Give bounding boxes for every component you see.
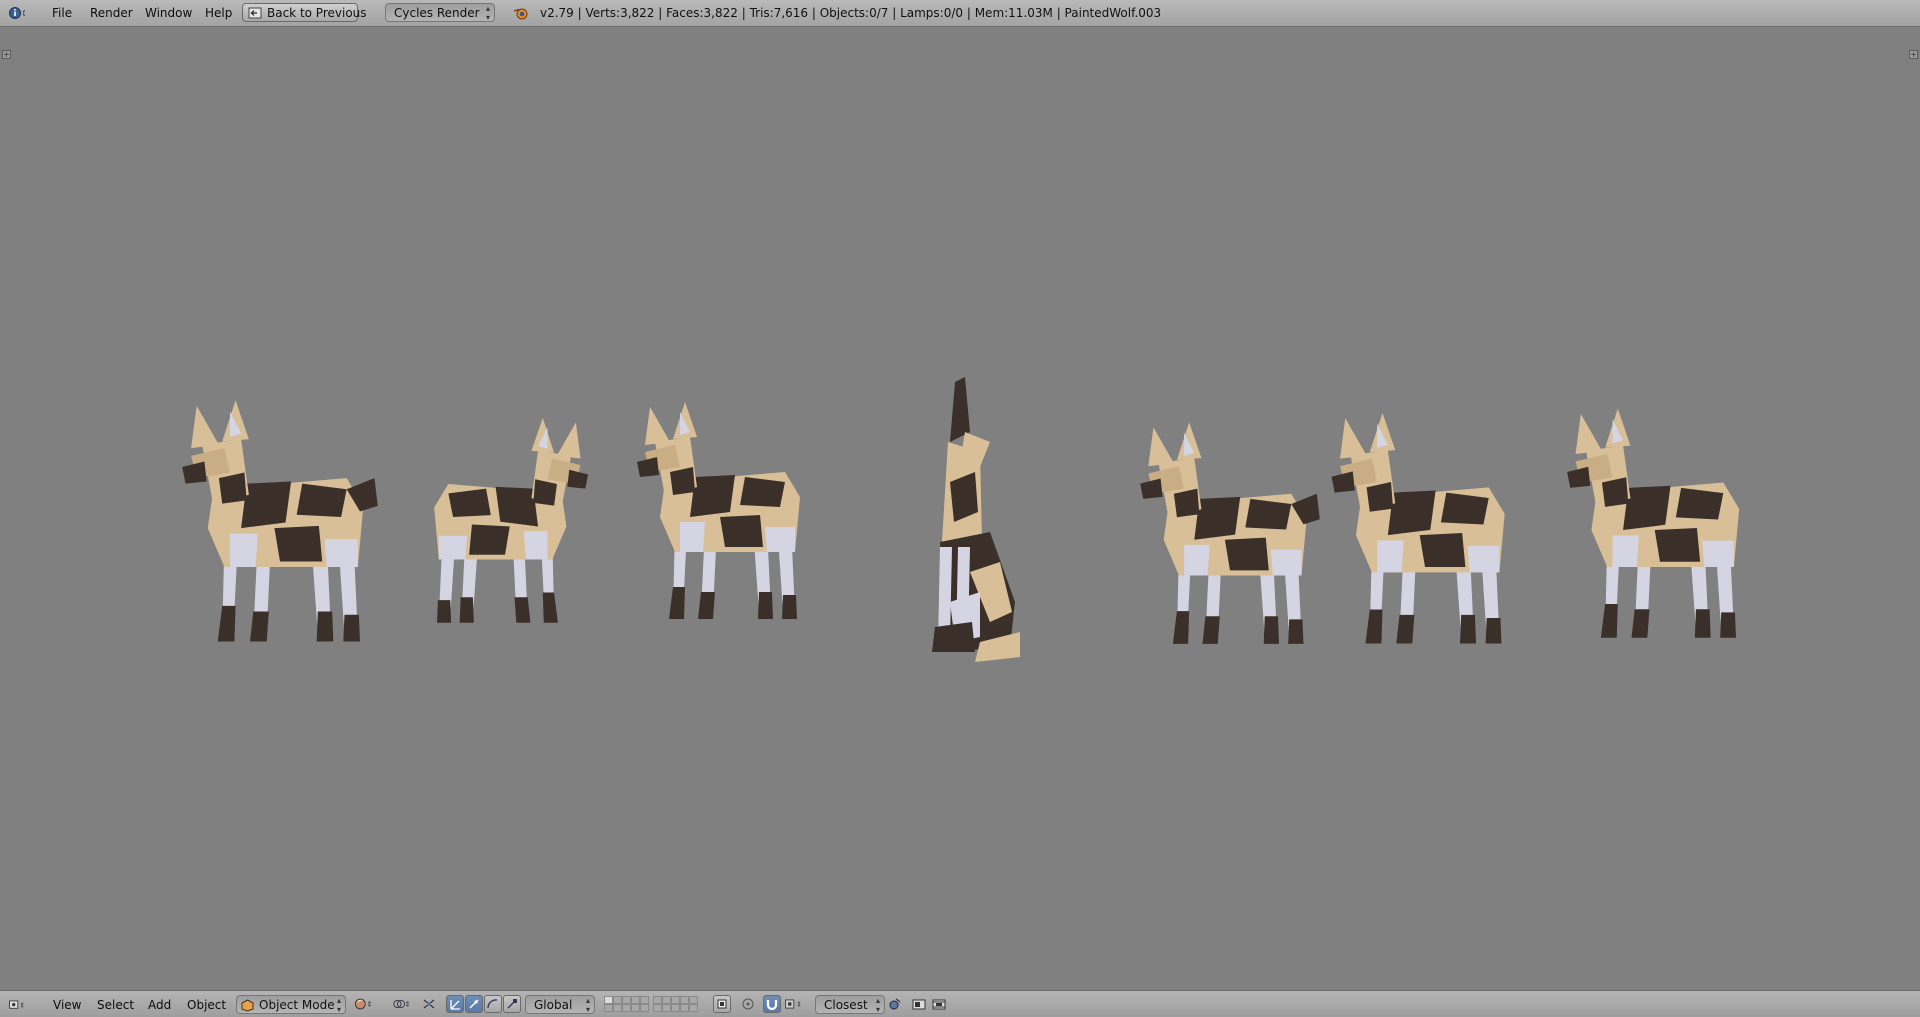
wolf-model-1[interactable]: [182, 400, 378, 641]
updown-arrows-icon: ▴ ▾: [875, 996, 880, 1014]
snap-target-dropdown[interactable]: Closest ▴ ▾: [815, 995, 885, 1014]
layer-17[interactable]: [662, 1004, 671, 1012]
menu-help[interactable]: Help: [205, 6, 232, 20]
snap-target-label: Closest: [824, 998, 868, 1012]
layer-6[interactable]: [653, 996, 662, 1004]
layer-19[interactable]: [680, 1004, 689, 1012]
wolf-model-3[interactable]: [637, 402, 800, 619]
editor-type-3dview-icon[interactable]: ⇕: [8, 996, 26, 1014]
rotate-arc-icon[interactable]: [484, 995, 502, 1013]
3d-viewport[interactable]: + +: [0, 27, 1920, 990]
pivot-point-icon[interactable]: ⇕: [392, 995, 410, 1013]
wolf-model-4-sitting[interactable]: [932, 377, 1020, 662]
translate-manipulator-icon[interactable]: [446, 995, 464, 1013]
mode-dropdown[interactable]: Object Mode ▴ ▾: [236, 995, 346, 1014]
layer-14[interactable]: [631, 1004, 640, 1012]
layer-12[interactable]: [613, 1004, 622, 1012]
layer-5[interactable]: [640, 996, 649, 1004]
layer-9[interactable]: [680, 996, 689, 1004]
info-header: ⇕ File Render Window Help Back to Previo…: [0, 0, 1920, 27]
layer-2[interactable]: [613, 996, 622, 1004]
object-mode-icon: [241, 999, 254, 1012]
mode-label: Object Mode: [259, 998, 335, 1012]
3d-view-header: ⇕ View Select Add Object Object Mode ▴ ▾ …: [0, 990, 1920, 1017]
updown-arrows-icon: ▴ ▾: [485, 4, 490, 22]
menu-file[interactable]: File: [52, 6, 72, 20]
render-image-icon[interactable]: [910, 995, 928, 1013]
back-to-previous-label: Back to Previous: [267, 6, 367, 20]
layer-15[interactable]: [640, 1004, 649, 1012]
svg-text:⇕: ⇕: [21, 9, 25, 18]
updown-arrows-icon: ▴ ▾: [336, 996, 341, 1014]
layer-20[interactable]: [689, 1004, 698, 1012]
menu-select[interactable]: Select: [97, 998, 134, 1012]
layer-18[interactable]: [671, 1004, 680, 1012]
wolf-model-6[interactable]: [1331, 412, 1505, 644]
viewport-shading-icon[interactable]: ⇕: [354, 995, 372, 1013]
rotate-manipulator-icon[interactable]: [465, 995, 483, 1013]
menu-render[interactable]: Render: [90, 6, 133, 20]
layer-4[interactable]: [631, 996, 640, 1004]
updown-arrows-icon: ▴ ▾: [585, 996, 590, 1014]
render-animation-icon[interactable]: [930, 995, 948, 1013]
opengl-render-check-icon[interactable]: [886, 995, 904, 1013]
wolf-model-7[interactable]: [1567, 408, 1740, 638]
layer-lock-icon[interactable]: [713, 995, 731, 1013]
wolf-models-scene: [0, 377, 1740, 662]
layer-selector[interactable]: [604, 996, 698, 1013]
layer-10[interactable]: [689, 996, 698, 1004]
manipulator-toggle-icon[interactable]: [420, 995, 438, 1013]
svg-text:⇕: ⇕: [796, 1000, 801, 1008]
wolf-model-2[interactable]: [434, 417, 589, 623]
layer-16[interactable]: [653, 1004, 662, 1012]
menu-object[interactable]: Object: [187, 998, 226, 1012]
blender-logo-icon: [512, 4, 530, 22]
layer-13[interactable]: [622, 1004, 631, 1012]
menu-window[interactable]: Window: [145, 6, 192, 20]
proportional-editing-icon[interactable]: [739, 995, 757, 1013]
svg-text:⇕: ⇕: [367, 1000, 372, 1009]
scale-manipulator-icon[interactable]: [503, 995, 521, 1013]
scene-statistics: v2.79 | Verts:3,822 | Faces:3,822 | Tris…: [540, 6, 1162, 20]
layer-7[interactable]: [662, 996, 671, 1004]
layer-3[interactable]: [622, 996, 631, 1004]
menu-view[interactable]: View: [53, 998, 81, 1012]
layer-11[interactable]: [604, 1004, 613, 1012]
render-engine-label: Cycles Render: [394, 6, 480, 20]
layer-8[interactable]: [671, 996, 680, 1004]
back-arrow-icon: [248, 7, 262, 19]
render-engine-dropdown[interactable]: Cycles Render ▴ ▾: [385, 3, 495, 22]
transform-orientation-dropdown[interactable]: Global ▴ ▾: [525, 995, 595, 1014]
layer-1[interactable]: [604, 996, 613, 1004]
transform-orientation-label: Global: [534, 998, 573, 1012]
menu-add[interactable]: Add: [148, 998, 171, 1012]
back-to-previous-button[interactable]: Back to Previous: [242, 3, 367, 22]
svg-text:⇕: ⇕: [405, 1000, 410, 1009]
snap-element-icon[interactable]: ⇕: [784, 995, 802, 1013]
snap-magnet-icon[interactable]: [763, 995, 781, 1013]
svg-text:⇕: ⇕: [19, 1001, 24, 1009]
editor-type-info-icon[interactable]: ⇕: [8, 4, 26, 22]
wolf-model-5[interactable]: [1140, 422, 1320, 644]
